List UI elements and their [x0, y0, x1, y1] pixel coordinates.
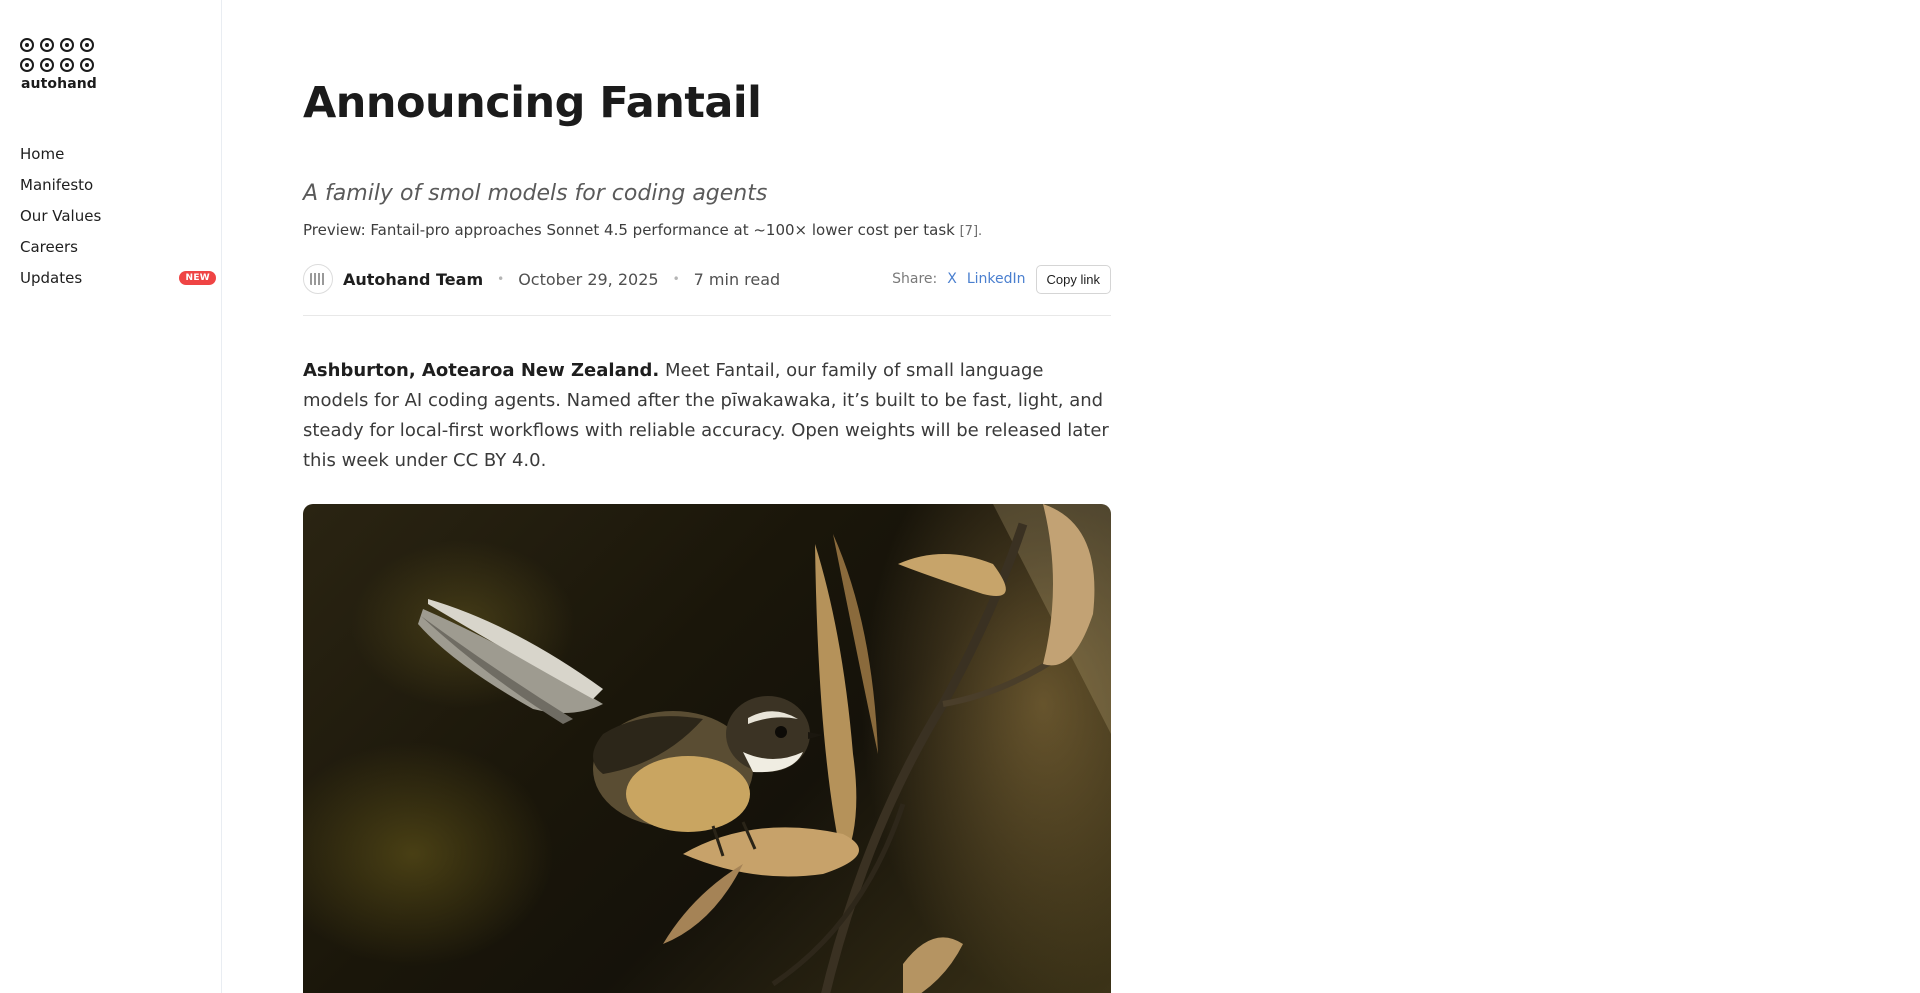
team-avatar-icon [310, 273, 326, 285]
share-bar: Share: X LinkedIn Copy link [892, 264, 1111, 294]
page-title: Announcing Fantail [303, 78, 762, 128]
sidebar-item-label: Updates [20, 268, 83, 287]
copy-link-button[interactable]: Copy link [1035, 264, 1111, 294]
article-meta: Autohand Team • October 29, 2025 • 7 min… [303, 263, 1111, 295]
author-name: Autohand Team [343, 269, 484, 289]
dateline: Ashburton, Aotearoa New Zealand. [303, 360, 660, 381]
logo-text: autohand [21, 76, 97, 92]
avatar [303, 264, 333, 294]
divider [303, 315, 1111, 316]
lead-paragraph: Ashburton, Aotearoa New Zealand. Meet Fa… [303, 356, 1111, 476]
article-subtitle: A family of smol models for coding agent… [303, 181, 768, 206]
sidebar-item-label: Manifesto [20, 175, 94, 194]
meta-separator: • [497, 272, 505, 286]
sidebar-item-manifesto[interactable]: Manifesto [20, 169, 216, 200]
sidebar-item-label: Our Values [20, 206, 102, 225]
autohand-logo[interactable]: autohand [20, 38, 140, 92]
sidebar: autohand Home Manifesto Our Values Caree… [0, 0, 222, 993]
read-time: 7 min read [693, 269, 781, 289]
share-linkedin-link[interactable]: LinkedIn [967, 271, 1026, 287]
sidebar-item-home[interactable]: Home [20, 138, 216, 169]
sidebar-item-careers[interactable]: Careers [20, 231, 216, 262]
preview-text: Preview: Fantail-pro approaches Sonnet 4… [303, 221, 955, 239]
logo-mark-icon [20, 38, 140, 72]
sidebar-item-label: Careers [20, 237, 78, 256]
share-label: Share: [892, 271, 938, 287]
fantail-bird-illustration [418, 504, 1111, 993]
sidebar-item-label: Home [20, 144, 65, 163]
reference-link[interactable]: [7]. [960, 224, 983, 239]
sidebar-item-our-values[interactable]: Our Values [20, 200, 216, 231]
hero-image [303, 504, 1111, 993]
meta-separator: • [672, 272, 680, 286]
sidebar-item-updates[interactable]: Updates NEW [20, 262, 216, 293]
publish-date: October 29, 2025 [518, 269, 659, 289]
new-badge: NEW [179, 270, 216, 285]
share-x-link[interactable]: X [947, 271, 957, 287]
preview-note: Preview: Fantail-pro approaches Sonnet 4… [303, 221, 982, 239]
sidebar-nav: Home Manifesto Our Values Careers Update… [20, 138, 216, 293]
